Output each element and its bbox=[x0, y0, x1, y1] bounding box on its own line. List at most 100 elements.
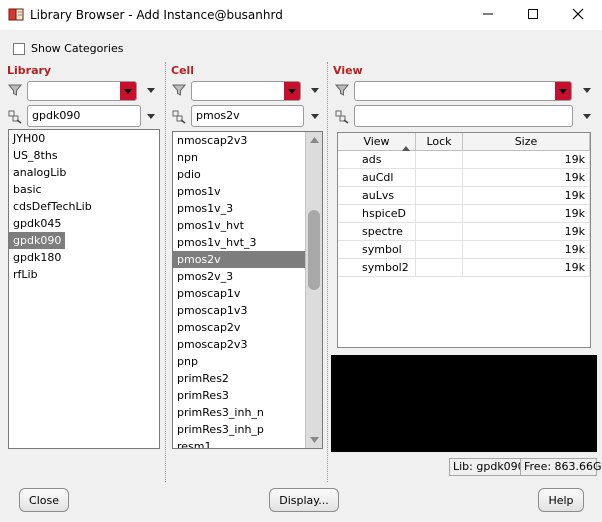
cell-list[interactable]: nmoscap2v3 npn pdio pmos1v pmos1v_3 pmos1v_hv… bbox=[172, 131, 323, 449]
scroll-down-icon[interactable] bbox=[306, 433, 322, 447]
status-free-space: Free: 863.66G bbox=[520, 458, 602, 476]
table-cell-lock bbox=[416, 259, 463, 277]
table-row[interactable]: symbol 19k bbox=[338, 241, 590, 259]
dropdown-arrow-icon[interactable] bbox=[284, 82, 300, 100]
list-item[interactable]: pmoscap1v3 bbox=[173, 302, 322, 319]
table-cell-size: 19k bbox=[463, 205, 590, 223]
close-window-button[interactable] bbox=[558, 4, 598, 26]
library-search-icon bbox=[8, 110, 22, 124]
list-item[interactable]: pmos2v_3 bbox=[173, 268, 322, 285]
symbol-preview bbox=[331, 355, 597, 452]
splitter-library-cell[interactable] bbox=[165, 62, 168, 482]
list-item[interactable]: pmos1v_hvt bbox=[173, 217, 322, 234]
table-row[interactable]: spectre 19k bbox=[338, 223, 590, 241]
close-icon bbox=[572, 8, 584, 23]
table-cell-view: symbol bbox=[338, 241, 416, 259]
list-item[interactable]: JYH00 bbox=[9, 130, 159, 147]
table-row[interactable]: auLvs 19k bbox=[338, 187, 590, 205]
list-item[interactable]: pmoscap1v bbox=[173, 285, 322, 302]
cell-label: Cell bbox=[171, 64, 195, 77]
table-cell-lock bbox=[416, 205, 463, 223]
list-item[interactable]: pnp bbox=[173, 353, 322, 370]
table-row[interactable]: hspiceD 19k bbox=[338, 205, 590, 223]
column-header-view[interactable]: View bbox=[338, 133, 416, 151]
list-item[interactable]: gpdk180 bbox=[9, 249, 159, 266]
table-cell-lock bbox=[416, 187, 463, 205]
list-item[interactable]: cdsDefTechLib bbox=[9, 198, 159, 215]
library-filter-combo[interactable] bbox=[27, 81, 137, 101]
list-item[interactable]: basic bbox=[9, 181, 159, 198]
column-header-lock[interactable]: Lock bbox=[416, 133, 463, 151]
table-cell-size: 19k bbox=[463, 223, 590, 241]
show-categories-option[interactable]: Show Categories bbox=[13, 42, 123, 55]
list-item[interactable]: rfLib bbox=[9, 266, 159, 283]
minimize-button[interactable] bbox=[468, 4, 508, 26]
library-search-input[interactable]: gpdk090 bbox=[27, 105, 141, 127]
list-item[interactable]: pmos1v_hvt_3 bbox=[173, 234, 322, 251]
view-filter-menu-icon[interactable] bbox=[583, 88, 591, 93]
splitter-cell-view[interactable] bbox=[327, 62, 330, 482]
list-item[interactable]: primRes3_inh_p bbox=[173, 421, 322, 438]
list-item[interactable]: analogLib bbox=[9, 164, 159, 181]
list-item[interactable]: primRes3_inh_n bbox=[173, 404, 322, 421]
table-row[interactable]: auCdl 19k bbox=[338, 169, 590, 187]
list-item[interactable]: primRes3 bbox=[173, 387, 322, 404]
scroll-up-icon[interactable] bbox=[306, 133, 322, 147]
help-button[interactable]: Help bbox=[538, 488, 584, 512]
funnel-icon bbox=[7, 83, 23, 97]
list-item[interactable]: pdio bbox=[173, 166, 322, 183]
scroll-thumb[interactable] bbox=[308, 210, 320, 290]
display-button[interactable]: Display... bbox=[269, 488, 339, 512]
view-search-input[interactable] bbox=[354, 105, 573, 127]
view-table[interactable]: View Lock Size ads 19k auCdl 19k auLvs 19k hsp… bbox=[337, 132, 591, 348]
list-item[interactable]: pmos1v bbox=[173, 183, 322, 200]
table-cell-size: 19k bbox=[463, 241, 590, 259]
list-item[interactable]: primRes2 bbox=[173, 370, 322, 387]
view-filter-combo[interactable] bbox=[354, 81, 572, 101]
list-item[interactable]: pmoscap2v bbox=[173, 319, 322, 336]
list-item[interactable]: pmos2v bbox=[173, 251, 322, 268]
window-title: Library Browser - Add Instance@busanhrd bbox=[30, 8, 283, 22]
cell-filter-combo[interactable] bbox=[191, 81, 301, 101]
table-row[interactable]: symbol2 19k bbox=[338, 259, 590, 277]
show-categories-label: Show Categories bbox=[31, 42, 124, 55]
title-bar: Library Browser - Add Instance@busanhrd bbox=[0, 0, 602, 30]
library-list[interactable]: JYH00 US_8ths analogLib basic cdsDefTechLib g… bbox=[8, 129, 160, 449]
list-item[interactable]: npn bbox=[173, 149, 322, 166]
table-row[interactable]: ads 19k bbox=[338, 151, 590, 169]
list-item[interactable]: US_8ths bbox=[9, 147, 159, 164]
book-icon bbox=[8, 8, 25, 22]
minimize-icon bbox=[482, 8, 494, 23]
cell-search-icon bbox=[172, 110, 186, 124]
close-button[interactable]: Close bbox=[19, 488, 69, 512]
view-filter-row bbox=[334, 81, 597, 101]
cell-filter-menu-icon[interactable] bbox=[311, 88, 319, 93]
maximize-button[interactable] bbox=[513, 4, 553, 26]
library-search-menu-icon[interactable] bbox=[147, 114, 155, 119]
cell-search-input[interactable]: pmos2v bbox=[191, 105, 304, 127]
column-header-size[interactable]: Size bbox=[463, 133, 590, 151]
cell-search-menu-icon[interactable] bbox=[311, 114, 319, 119]
funnel-icon bbox=[334, 83, 350, 97]
sort-ascending-icon bbox=[402, 139, 410, 156]
view-search-menu-icon[interactable] bbox=[583, 114, 591, 119]
table-cell-lock bbox=[416, 151, 463, 169]
table-cell-size: 19k bbox=[463, 151, 590, 169]
list-item[interactable]: resm1 bbox=[173, 438, 322, 448]
dropdown-arrow-icon[interactable] bbox=[120, 82, 136, 100]
table-cell-view: spectre bbox=[338, 223, 416, 241]
library-filter-menu-icon[interactable] bbox=[147, 88, 155, 93]
list-item[interactable]: pmoscap2v3 bbox=[173, 336, 322, 353]
library-label: Library bbox=[7, 64, 52, 77]
list-item[interactable]: gpdk045 bbox=[9, 215, 159, 232]
dialog-body: Show Categories Library Cell View gpdk09… bbox=[0, 30, 602, 522]
table-cell-view: auCdl bbox=[338, 169, 416, 187]
cell-list-scrollbar[interactable] bbox=[305, 132, 322, 448]
table-cell-lock bbox=[416, 241, 463, 259]
dropdown-arrow-icon[interactable] bbox=[555, 82, 571, 100]
list-item[interactable]: pmos1v_3 bbox=[173, 200, 322, 217]
list-item[interactable]: nmoscap2v3 bbox=[173, 132, 322, 149]
show-categories-checkbox[interactable] bbox=[13, 42, 25, 55]
table-cell-lock bbox=[416, 169, 463, 187]
list-item[interactable]: gpdk090 bbox=[9, 232, 66, 249]
